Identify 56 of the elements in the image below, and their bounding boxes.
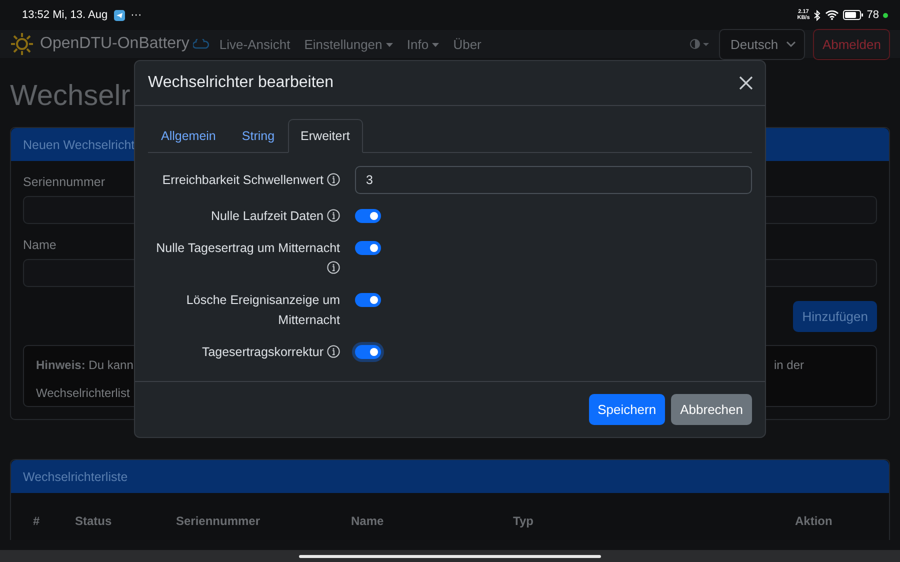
field-label: Seriennummer	[23, 175, 105, 189]
field-label: Name	[23, 238, 56, 252]
dialog-title: Wechselrichter bearbeiten	[148, 74, 334, 92]
send-icon	[114, 10, 125, 20]
battery-level: 78	[866, 9, 879, 21]
chevron-icon	[786, 41, 796, 47]
wifi-icon	[824, 10, 839, 20]
add-button[interactable]: Hinzufügen	[793, 301, 877, 332]
nav-dropdown[interactable]: Info	[406, 36, 440, 52]
close-icon[interactable]	[739, 76, 753, 90]
page-title: Wechselr	[10, 79, 130, 114]
column-header: Name	[351, 514, 385, 528]
input-field[interactable]	[23, 196, 134, 224]
cloud-icon	[193, 39, 210, 49]
input-field[interactable]	[766, 196, 877, 224]
card-header: Wechselrichterliste	[11, 460, 889, 493]
nav-link[interactable]: Über	[453, 36, 482, 52]
column-header: Aktion	[795, 514, 834, 528]
column-header: Seriennummer	[176, 514, 262, 528]
nav-dropdown[interactable]: Einstellungen	[304, 36, 393, 52]
info-icon	[327, 345, 340, 358]
toggle-switch[interactable]	[355, 209, 381, 223]
toggle-switch[interactable]	[355, 293, 381, 307]
input-field[interactable]: 3	[355, 166, 752, 194]
battery-icon	[842, 10, 863, 20]
setting-label: Tagesertragskorrektur	[202, 345, 324, 359]
setting-label: Lösche Ereignisanzeige um Mitternacht	[186, 293, 340, 327]
column-header: Status	[75, 514, 113, 528]
nav-link[interactable]: Live-Ansicht	[219, 36, 290, 52]
setting-label: Nulle Tagesertrag um Mitternacht	[156, 241, 340, 255]
home-indicator[interactable]	[299, 554, 601, 558]
brand-title[interactable]: OpenDTU-OnBattery	[40, 35, 190, 53]
charging-dot-icon	[883, 12, 888, 18]
more-indicator: ···	[130, 9, 142, 21]
column-header: #	[33, 514, 41, 528]
language-select[interactable]: Deutsch	[719, 28, 806, 60]
setting-label: Erreichbarkeit Schwellenwert	[162, 173, 324, 187]
theme-icon[interactable]	[689, 38, 712, 50]
input-field[interactable]	[23, 259, 134, 287]
status-time: 13:52 Mi, 13. Aug	[22, 9, 108, 21]
hint-text: Wechselrichterlist	[36, 386, 131, 402]
info-icon	[327, 209, 340, 222]
info-icon	[327, 261, 340, 274]
bluetooth-icon	[814, 10, 821, 20]
cancel-button[interactable]: Abbrechen	[671, 394, 752, 425]
toggle-switch[interactable]	[355, 345, 381, 359]
toggle-switch[interactable]	[355, 241, 381, 255]
save-button[interactable]: Speichern	[588, 394, 666, 425]
info-icon	[327, 173, 340, 186]
sun-logo-icon	[10, 32, 34, 56]
hint-text: Hinweis: Du kann	[36, 358, 134, 374]
tab[interactable]: Erweitert	[288, 119, 363, 153]
hint-text: in der	[774, 358, 805, 374]
setting-label: Nulle Laufzeit Daten	[210, 209, 324, 223]
input-field[interactable]	[766, 259, 877, 287]
column-header: Typ	[513, 514, 534, 528]
